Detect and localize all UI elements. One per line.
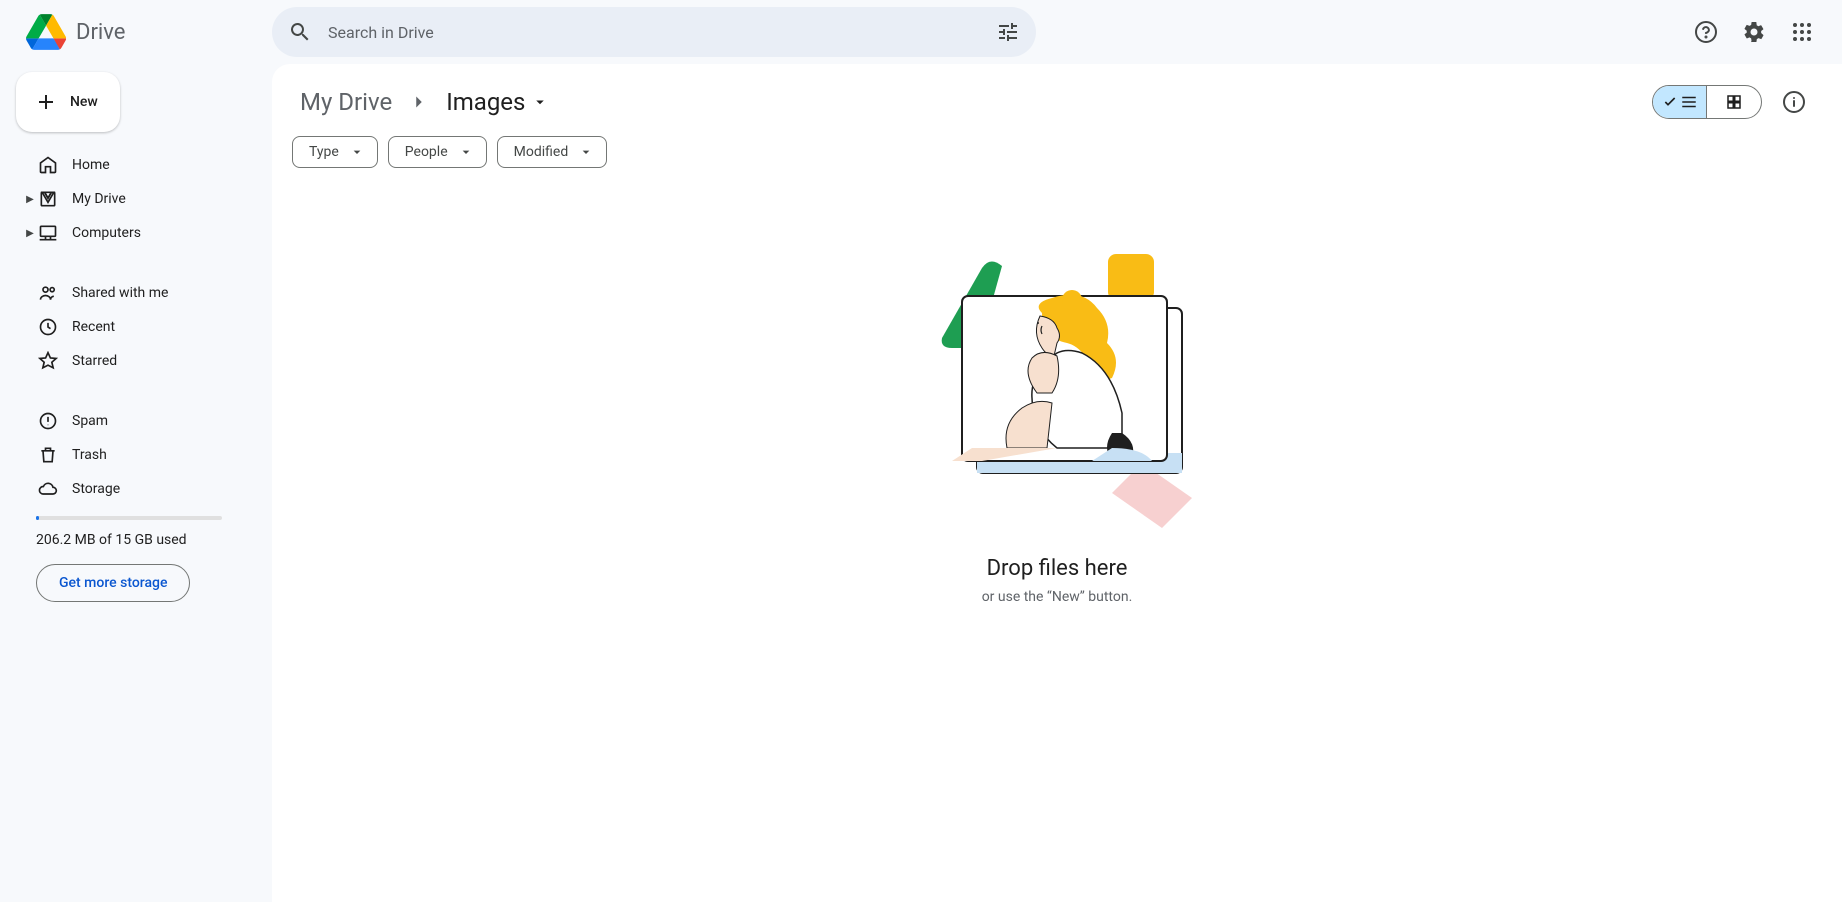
filter-row: Type People Modified (292, 136, 1822, 168)
storage-usage-text: 206.2 MB of 15 GB used (36, 532, 254, 548)
people-icon (36, 281, 60, 305)
new-button-label: New (70, 94, 98, 110)
nav-label: Shared with me (72, 285, 168, 301)
grid-icon (1725, 93, 1743, 111)
empty-illustration (912, 248, 1202, 528)
nav-label: Computers (72, 225, 141, 241)
settings-button[interactable] (1734, 12, 1774, 52)
view-controls (1652, 82, 1814, 122)
apps-grid-icon (1790, 20, 1814, 44)
expand-icon[interactable]: ▶ (24, 228, 36, 239)
filter-type[interactable]: Type (292, 136, 378, 168)
advanced-search-icon[interactable] (996, 20, 1020, 44)
filter-people[interactable]: People (388, 136, 487, 168)
nav-label: Home (72, 157, 110, 173)
filter-modified[interactable]: Modified (497, 136, 608, 168)
search-bar[interactable] (272, 7, 1036, 57)
breadcrumb-root[interactable]: My Drive (292, 84, 400, 120)
sidebar-item-spam[interactable]: Spam (16, 404, 260, 438)
nav-label: Spam (72, 413, 108, 429)
app-name: Drive (76, 20, 125, 45)
chevron-right-icon (408, 91, 430, 113)
check-icon (1662, 94, 1678, 110)
storage-section: 206.2 MB of 15 GB used Get more storage (16, 516, 260, 602)
sidebar-item-shared[interactable]: Shared with me (16, 276, 260, 310)
computer-icon (36, 221, 60, 245)
dropdown-arrow-icon (578, 144, 594, 160)
apps-button[interactable] (1782, 12, 1822, 52)
breadcrumb: My Drive Images (292, 84, 557, 120)
empty-title: Drop files here (987, 556, 1128, 581)
cloud-icon (36, 477, 60, 501)
nav-label: Starred (72, 353, 117, 369)
sidebar-item-recent[interactable]: Recent (16, 310, 260, 344)
get-storage-button[interactable]: Get more storage (36, 564, 190, 602)
nav-label: My Drive (72, 191, 126, 207)
logo-section[interactable]: Drive (16, 12, 272, 52)
empty-subtitle: or use the “New” button. (982, 589, 1133, 605)
sidebar-item-starred[interactable]: Starred (16, 344, 260, 378)
plus-icon (34, 90, 58, 114)
sidebar-item-my-drive[interactable]: ▶ My Drive (16, 182, 260, 216)
empty-state[interactable]: Drop files here or use the “New” button. (292, 188, 1822, 605)
sidebar-item-trash[interactable]: Trash (16, 438, 260, 472)
search-icon (288, 20, 312, 44)
dropdown-arrow-icon (458, 144, 474, 160)
grid-view-button[interactable] (1707, 86, 1761, 118)
list-icon (1680, 93, 1698, 111)
expand-icon[interactable]: ▶ (24, 194, 36, 205)
details-button[interactable] (1774, 82, 1814, 122)
main-content: My Drive Images (272, 64, 1842, 902)
sidebar-item-home[interactable]: Home (16, 148, 260, 182)
nav-label: Storage (72, 481, 120, 497)
drive-logo-icon (26, 12, 66, 52)
info-icon (1782, 90, 1806, 114)
dropdown-arrow-icon (531, 93, 549, 111)
sidebar: New Home ▶ My Drive ▶ Computers (0, 64, 272, 902)
home-icon (36, 153, 60, 177)
gear-icon (1742, 20, 1766, 44)
spam-icon (36, 409, 60, 433)
list-view-button[interactable] (1653, 86, 1707, 118)
breadcrumb-current[interactable]: Images (438, 84, 557, 120)
new-button[interactable]: New (16, 72, 120, 132)
dropdown-arrow-icon (349, 144, 365, 160)
header-actions (1686, 12, 1826, 52)
sidebar-item-computers[interactable]: ▶ Computers (16, 216, 260, 250)
nav-label: Recent (72, 319, 115, 335)
header: Drive (0, 0, 1842, 64)
star-icon (36, 349, 60, 373)
help-button[interactable] (1686, 12, 1726, 52)
drive-folder-icon (36, 187, 60, 211)
trash-icon (36, 443, 60, 467)
storage-bar (36, 516, 222, 520)
nav-label: Trash (72, 447, 107, 463)
view-toggle (1652, 85, 1762, 119)
sidebar-item-storage[interactable]: Storage (16, 472, 260, 506)
search-input[interactable] (328, 23, 996, 42)
help-icon (1694, 20, 1718, 44)
clock-icon (36, 315, 60, 339)
